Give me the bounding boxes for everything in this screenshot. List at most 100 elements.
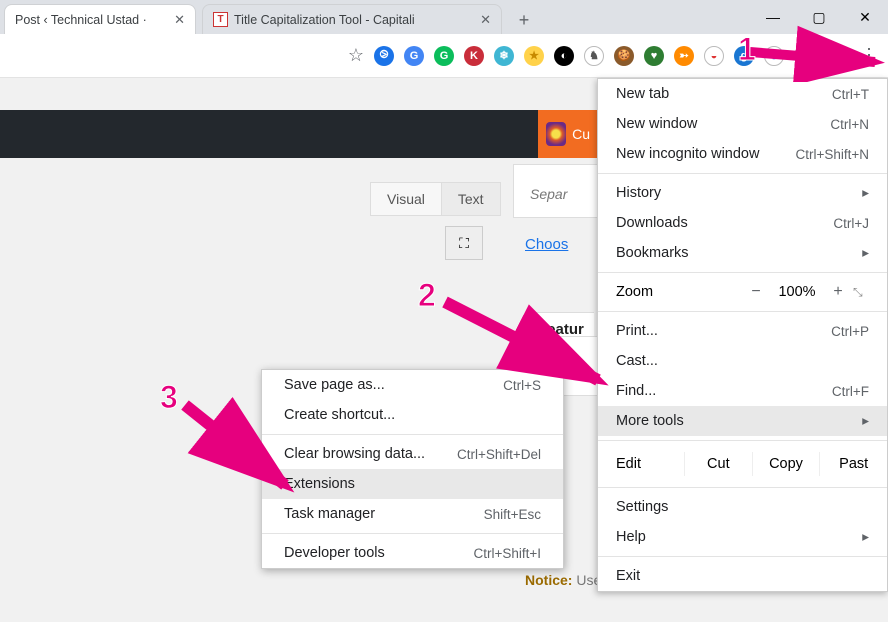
menu-label: Settings bbox=[616, 499, 668, 515]
menu-settings[interactable]: Settings bbox=[598, 492, 887, 522]
browser-titlebar: Post ‹ Technical Ustad · ✕ T Title Capit… bbox=[0, 0, 888, 34]
separator-label: Separ bbox=[530, 186, 567, 202]
extension-icon[interactable]: G bbox=[430, 42, 458, 70]
menu-label: History bbox=[616, 185, 661, 201]
menu-label: Cast... bbox=[616, 353, 658, 369]
menu-new-tab[interactable]: New tab Ctrl+T bbox=[598, 79, 887, 109]
menu-find[interactable]: Find...Ctrl+F bbox=[598, 376, 887, 406]
menu-more-tools[interactable]: More tools▸ bbox=[598, 406, 887, 436]
tab-inactive[interactable]: T Title Capitalization Tool - Capitali ✕ bbox=[202, 4, 502, 34]
submenu-save-page[interactable]: Save page as... Ctrl+S bbox=[262, 370, 563, 400]
edit-paste[interactable]: Past bbox=[819, 452, 887, 476]
tab-close-icon[interactable]: ✕ bbox=[174, 12, 185, 28]
menu-label: Create shortcut... bbox=[284, 407, 395, 423]
menu-new-incognito[interactable]: New incognito windowCtrl+Shift+N bbox=[598, 139, 887, 169]
menu-label: Bookmarks bbox=[616, 245, 689, 261]
zoom-out-button[interactable]: − bbox=[741, 283, 771, 301]
notice-prefix: Notice: bbox=[525, 572, 572, 588]
tab-visual[interactable]: Visual bbox=[371, 183, 442, 215]
chrome-menu-button[interactable]: ⋮ bbox=[854, 41, 884, 71]
extension-icon[interactable]: ◒ bbox=[700, 42, 728, 70]
tab-favicon: T bbox=[213, 12, 228, 27]
submenu-developer-tools[interactable]: Developer tools Ctrl+Shift+I bbox=[262, 538, 563, 568]
browser-toolbar: ☆ ⧁GGK❄★◐♞🍪♥➳◒g✚✪☺ ⋮ bbox=[0, 34, 888, 78]
menu-separator bbox=[598, 311, 887, 312]
menu-label: Find... bbox=[616, 383, 656, 399]
menu-shortcut: Ctrl+J bbox=[833, 216, 869, 231]
menu-label: New window bbox=[616, 116, 697, 132]
submenu-task-manager[interactable]: Task manager Shift+Esc bbox=[262, 499, 563, 529]
menu-edit-row: Edit Cut Copy Past bbox=[598, 445, 887, 483]
menu-separator bbox=[598, 487, 887, 488]
zoom-fullscreen-icon[interactable]: ⤡ bbox=[853, 285, 875, 300]
extension-icon[interactable]: K bbox=[460, 42, 488, 70]
gem-icon bbox=[546, 122, 566, 146]
tab-close-icon[interactable]: ✕ bbox=[480, 12, 491, 28]
extension-icon[interactable]: ✪ bbox=[790, 42, 818, 70]
extension-icon[interactable]: G bbox=[400, 42, 428, 70]
menu-label: New tab bbox=[616, 86, 669, 102]
menu-cast[interactable]: Cast... bbox=[598, 346, 887, 376]
menu-separator bbox=[598, 556, 887, 557]
extension-icon[interactable]: ◐ bbox=[550, 42, 578, 70]
extension-icon[interactable]: ❄ bbox=[490, 42, 518, 70]
choose-link[interactable]: Choos bbox=[525, 236, 568, 253]
menu-exit[interactable]: Exit bbox=[598, 561, 887, 591]
submenu-arrow-icon: ▸ bbox=[862, 245, 869, 261]
menu-shortcut: Ctrl+S bbox=[503, 378, 541, 393]
submenu-arrow-icon: ▸ bbox=[862, 529, 869, 545]
submenu-extensions[interactable]: Extensions bbox=[262, 469, 563, 499]
window-minimize[interactable]: — bbox=[750, 0, 796, 34]
bookmark-star-icon[interactable]: ☆ bbox=[348, 45, 364, 66]
menu-separator bbox=[598, 272, 887, 273]
menu-label: More tools bbox=[616, 413, 684, 429]
window-maximize[interactable]: ▢ bbox=[796, 0, 842, 34]
extension-icon[interactable]: g bbox=[730, 42, 758, 70]
menu-shortcut: Ctrl+P bbox=[831, 324, 869, 339]
zoom-value: 100% bbox=[771, 284, 823, 300]
extension-icon[interactable]: ➳ bbox=[670, 42, 698, 70]
extension-icons-row: ⧁GGK❄★◐♞🍪♥➳◒g✚✪☺ bbox=[370, 42, 848, 70]
menu-new-window[interactable]: New windowCtrl+N bbox=[598, 109, 887, 139]
tab-active[interactable]: Post ‹ Technical Ustad · ✕ bbox=[4, 4, 196, 34]
extension-icon[interactable]: ☺ bbox=[820, 42, 848, 70]
extension-icon[interactable]: ★ bbox=[520, 42, 548, 70]
menu-downloads[interactable]: Downloads Ctrl+J bbox=[598, 208, 887, 238]
menu-label: Extensions bbox=[284, 476, 355, 492]
menu-bookmarks[interactable]: Bookmarks ▸ bbox=[598, 238, 887, 268]
submenu-create-shortcut[interactable]: Create shortcut... bbox=[262, 400, 563, 430]
menu-zoom: Zoom − 100% + ⤡ bbox=[598, 277, 887, 307]
menu-print[interactable]: Print...Ctrl+P bbox=[598, 316, 887, 346]
window-controls: — ▢ ✕ bbox=[750, 0, 888, 34]
menu-history[interactable]: History ▸ bbox=[598, 178, 887, 208]
orange-panel[interactable]: Cu bbox=[538, 110, 598, 158]
extension-icon[interactable]: ⧁ bbox=[370, 42, 398, 70]
menu-shortcut: Shift+Esc bbox=[484, 507, 541, 522]
zoom-label: Zoom bbox=[616, 284, 741, 300]
menu-help[interactable]: Help▸ bbox=[598, 522, 887, 552]
menu-shortcut: Ctrl+Shift+Del bbox=[457, 447, 541, 462]
menu-shortcut: Ctrl+T bbox=[832, 87, 869, 102]
menu-label: Downloads bbox=[616, 215, 688, 231]
tab-text[interactable]: Text bbox=[442, 183, 500, 215]
fullscreen-button[interactable]: ⛶ bbox=[445, 226, 483, 260]
edit-label: Edit bbox=[616, 456, 684, 472]
menu-label: Task manager bbox=[284, 506, 375, 522]
extension-icon[interactable]: ✚ bbox=[760, 42, 788, 70]
menu-label: Save page as... bbox=[284, 377, 385, 393]
editor-tabs: Visual Text bbox=[370, 182, 501, 216]
submenu-arrow-icon: ▸ bbox=[862, 185, 869, 201]
orange-label: Cu bbox=[572, 126, 590, 142]
window-close[interactable]: ✕ bbox=[842, 0, 888, 34]
zoom-in-button[interactable]: + bbox=[823, 283, 853, 301]
edit-copy[interactable]: Copy bbox=[752, 452, 820, 476]
menu-label: Exit bbox=[616, 568, 640, 584]
submenu-clear-browsing-data[interactable]: Clear browsing data...Ctrl+Shift+Del bbox=[262, 439, 563, 469]
extension-icon[interactable]: 🍪 bbox=[610, 42, 638, 70]
edit-cut[interactable]: Cut bbox=[684, 452, 752, 476]
menu-shortcut: Ctrl+Shift+I bbox=[473, 546, 541, 561]
menu-label: Developer tools bbox=[284, 545, 385, 561]
extension-icon[interactable]: ♥ bbox=[640, 42, 668, 70]
extension-icon[interactable]: ♞ bbox=[580, 42, 608, 70]
new-tab-button[interactable]: + bbox=[510, 6, 538, 34]
